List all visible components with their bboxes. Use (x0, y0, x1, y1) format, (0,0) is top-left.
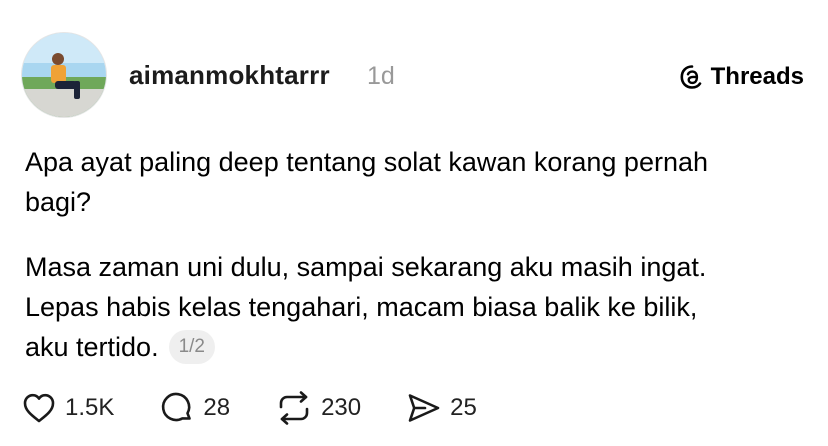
threads-logo-icon (680, 65, 701, 89)
share-count: 25 (450, 394, 477, 421)
repost-button[interactable]: 230 (276, 391, 361, 425)
username[interactable]: aimanmokhtarrr (129, 60, 330, 91)
repost-count: 230 (321, 394, 362, 421)
post-paragraph-2: Masa zaman uni dulu, sampai sekarang aku… (25, 247, 810, 367)
post-text-line: aku tertido. (25, 332, 159, 362)
post-text-line: bagi? (25, 187, 92, 217)
post-paragraph-1: Apa ayat paling deep tentang solat kawan… (25, 142, 810, 222)
avatar[interactable] (21, 32, 107, 118)
share-icon (408, 394, 440, 422)
threads-label: Threads (710, 63, 804, 90)
action-bar: 1.5K 28 230 25 (22, 388, 477, 428)
page-indicator-badge: 1/2 (168, 330, 215, 364)
comment-button[interactable]: 28 (160, 391, 230, 425)
comment-count: 28 (203, 394, 231, 421)
heart-icon (23, 393, 55, 423)
post-text-line: Masa zaman uni dulu, sampai sekarang aku… (25, 252, 707, 282)
threads-post: aimanmokhtarrr 1d Threads Apa ayat palin… (0, 0, 828, 446)
repost-icon (279, 391, 309, 425)
threads-brand[interactable]: Threads (679, 63, 804, 91)
post-text-last-line: aku tertido. 1/2 (25, 327, 810, 367)
avatar-image (22, 33, 106, 117)
like-button[interactable]: 1.5K (22, 392, 114, 424)
like-count: 1.5K (65, 394, 115, 421)
post-text-line: Apa ayat paling deep tentang solat kawan… (25, 147, 709, 177)
post-text-line: Lepas habis kelas tengahari, macam biasa… (25, 292, 698, 322)
comment-icon (162, 392, 192, 422)
timestamp: 1d (367, 62, 395, 90)
share-button[interactable]: 25 (407, 392, 477, 424)
